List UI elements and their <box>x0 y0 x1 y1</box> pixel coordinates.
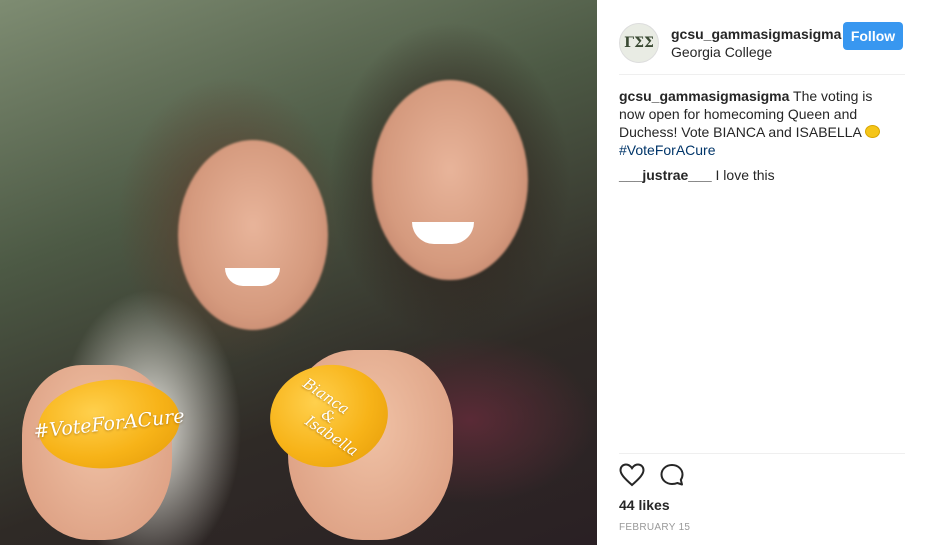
avatar-letters: ΓΣΣ <box>624 35 654 51</box>
caption-username[interactable]: gcsu_gammasigmasigma <box>619 88 789 104</box>
lemon-emoji-icon <box>864 125 880 138</box>
heart-icon[interactable] <box>619 463 645 487</box>
caption-hashtag[interactable]: #VoteForACure <box>619 141 889 159</box>
comment-username[interactable]: ___justrae___ <box>619 167 712 183</box>
avatar[interactable]: ΓΣΣ <box>619 23 659 63</box>
author-info: gcsu_gammasigmasigma Georgia College <box>671 25 841 61</box>
post-sidebar: ΓΣΣ gcsu_gammasigmasigma Georgia College… <box>597 0 927 545</box>
follow-button[interactable]: Follow <box>843 22 903 50</box>
person-right-face <box>372 80 528 280</box>
person-left-face <box>178 140 328 330</box>
post-date[interactable]: FEBRUARY 15 <box>619 522 690 533</box>
comment-text: I love this <box>715 167 775 183</box>
comment-icon[interactable] <box>659 463 685 487</box>
likes-count[interactable]: 44 likes <box>619 497 670 513</box>
comment-item: ___justrae___ I love this <box>619 166 775 184</box>
divider <box>619 453 905 454</box>
post-actions <box>619 463 685 487</box>
post-location[interactable]: Georgia College <box>671 43 841 61</box>
author-username[interactable]: gcsu_gammasigmasigma <box>671 25 841 43</box>
lemon-left-text: #VoteForACure <box>32 405 186 443</box>
post-photo[interactable]: #VoteForACure Bianca & Isabella <box>0 0 597 545</box>
post-caption: gcsu_gammasigmasigma The voting is now o… <box>619 87 889 159</box>
post-header: ΓΣΣ gcsu_gammasigmasigma Georgia College… <box>619 12 905 75</box>
instagram-post: #VoteForACure Bianca & Isabella ΓΣΣ gcsu… <box>0 0 927 545</box>
